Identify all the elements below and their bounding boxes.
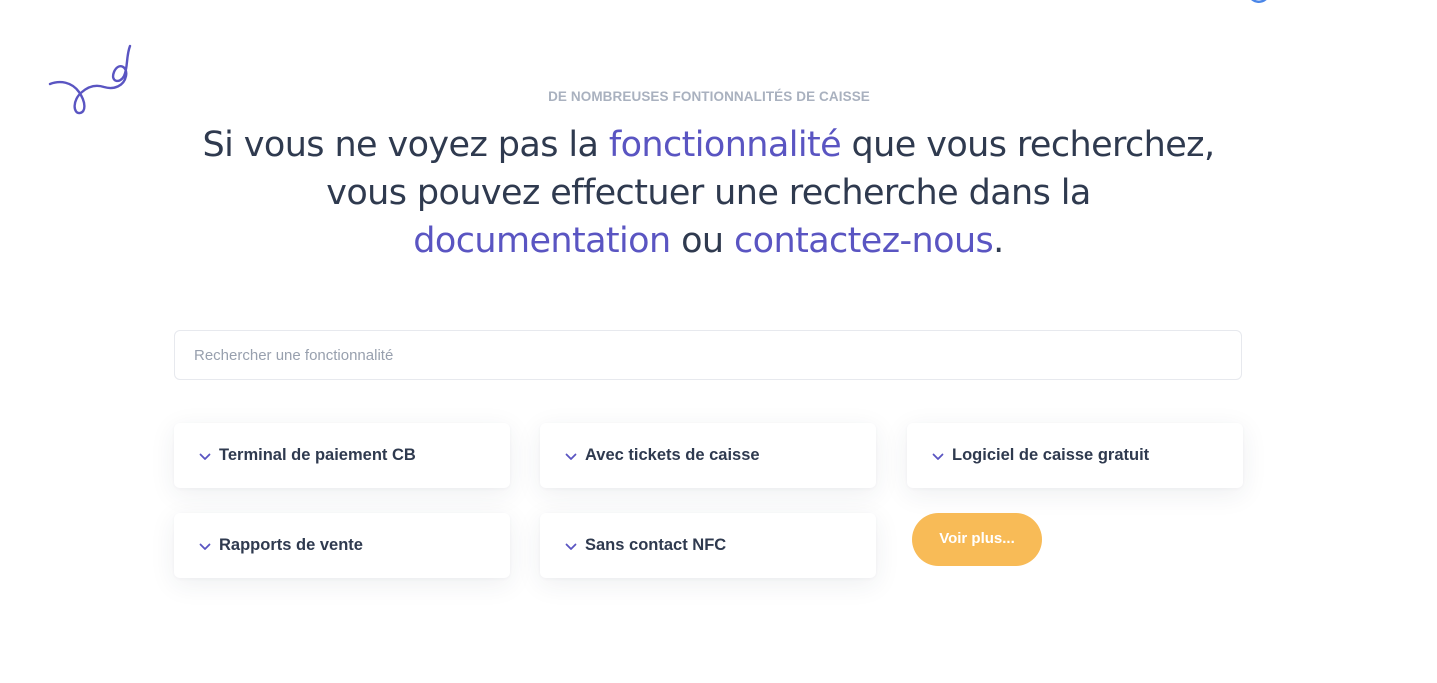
chevron-down-icon [199, 543, 211, 550]
feature-card-label: Sans contact NFC [585, 536, 727, 554]
headline-text: . [993, 221, 1004, 261]
feature-card-label: Logiciel de caisse gratuit [952, 446, 1150, 464]
chevron-down-icon [199, 453, 211, 460]
documentation-link[interactable]: documentation [413, 221, 671, 261]
chevron-down-icon [565, 453, 577, 460]
section-headline: Si vous ne voyez pas la fonctionnalité q… [200, 121, 1217, 265]
feature-card-logiciel-gratuit[interactable]: Logiciel de caisse gratuit [907, 423, 1243, 488]
feature-search-input[interactable] [174, 330, 1242, 380]
chevron-down-icon [932, 453, 944, 460]
feature-card-rapports-vente[interactable]: Rapports de vente [174, 513, 510, 578]
feature-card-label: Terminal de paiement CB [219, 446, 416, 464]
contact-link[interactable]: contactez-nous [734, 221, 994, 261]
section-eyebrow: DE NOMBREUSES FONTIONNALITÉS DE CAISSE [548, 89, 870, 104]
feature-card-tickets-caisse[interactable]: Avec tickets de caisse [540, 423, 876, 488]
see-more-button[interactable]: Voir plus... [912, 513, 1042, 566]
headline-text: Si vous ne voyez pas la [202, 125, 609, 165]
corner-decoration-icon [1251, 0, 1267, 3]
feature-card-sans-contact-nfc[interactable]: Sans contact NFC [540, 513, 876, 578]
headline-text: ou [670, 221, 735, 261]
feature-card-label: Avec tickets de caisse [585, 446, 760, 464]
headline-highlight-feature: fonctionnalité [608, 125, 842, 165]
chevron-down-icon [565, 543, 577, 550]
feature-card-label: Rapports de vente [219, 536, 363, 554]
feature-card-terminal-paiement[interactable]: Terminal de paiement CB [174, 423, 510, 488]
squiggle-decoration-icon [48, 44, 132, 115]
